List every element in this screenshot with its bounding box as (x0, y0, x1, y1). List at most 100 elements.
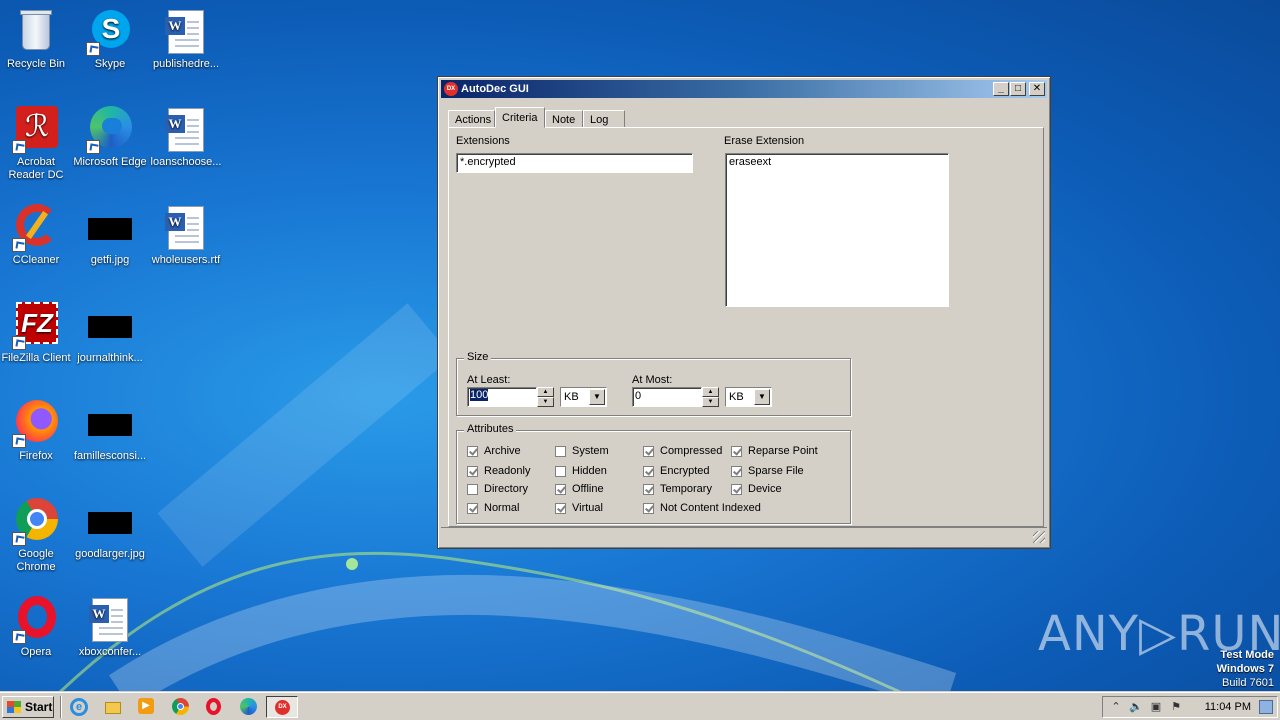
ie-icon[interactable]: e (70, 698, 88, 716)
desktop-icon-goodlarger[interactable]: goodlarger.jpg (72, 498, 148, 561)
attribute-checkbox-encrypted[interactable]: Encrypted (643, 465, 710, 479)
desktop-icon-label: journalthink... (77, 352, 143, 364)
attribute-label: Normal (484, 502, 520, 515)
show-desktop-icon[interactable] (1259, 700, 1273, 714)
attribute-checkbox-reparse-point[interactable]: Reparse Point (731, 445, 818, 459)
volume-icon[interactable]: 🔈 (1129, 700, 1143, 714)
test-mode-line2: Windows 7 (1216, 663, 1274, 675)
checkbox-checked-icon[interactable] (731, 445, 742, 457)
desktop-icon-publishedre[interactable]: W publishedre... (148, 8, 224, 71)
start-button[interactable]: Start (2, 696, 54, 718)
attribute-checkbox-not-content-indexed[interactable]: Not Content Indexed (643, 502, 761, 516)
skype-icon: S (86, 8, 134, 56)
checkbox-checked-icon[interactable] (643, 502, 654, 514)
media-player-icon[interactable]: ▶ (138, 698, 156, 716)
chevron-down-icon[interactable]: ▼ (589, 389, 605, 405)
attribute-checkbox-directory[interactable]: Directory (467, 483, 528, 497)
maximize-button[interactable]: □ (1010, 82, 1026, 96)
extensions-input[interactable]: *.encrypted (456, 153, 693, 173)
desktop-icon-recycle-bin[interactable]: Recycle Bin (0, 8, 74, 71)
attribute-label: Virtual (572, 502, 603, 515)
desktop-icon-famillesconsi[interactable]: famillesconsi... (72, 400, 148, 463)
attribute-checkbox-system[interactable]: System (555, 445, 609, 459)
chevron-down-icon[interactable]: ▼ (754, 389, 770, 405)
at-most-unit-select[interactable]: KB ▼ (725, 387, 772, 407)
attribute-checkbox-readonly[interactable]: Readonly (467, 465, 530, 479)
desktop-icon-chrome[interactable]: Google Chrome (0, 498, 74, 574)
attributes-group: Attributes Archive System Compressed Repars… (456, 423, 851, 524)
edge-icon[interactable] (240, 698, 258, 716)
opera-icon[interactable] (206, 698, 224, 716)
taskbar-autodec-button[interactable]: DX (266, 696, 298, 718)
tab-criteria[interactable]: Criteria (495, 107, 545, 128)
attribute-checkbox-temporary[interactable]: Temporary (643, 483, 712, 497)
desktop-icon-filezilla[interactable]: FZ FileZilla Client (0, 302, 74, 365)
desktop-icon-journalthink[interactable]: journalthink... (72, 302, 148, 365)
attribute-checkbox-archive[interactable]: Archive (467, 445, 521, 459)
checkbox-checked-icon[interactable] (467, 465, 478, 477)
spin-down-icon[interactable]: ▼ (537, 397, 554, 407)
at-least-unit-select[interactable]: KB ▼ (560, 387, 607, 407)
checkbox-checked-icon[interactable] (555, 483, 566, 495)
desktop-icon-xboxconfer[interactable]: W xboxconfer... (72, 596, 148, 659)
window-titlebar[interactable]: DX AutoDec GUI _ □ ✕ (441, 80, 1047, 98)
autodec-app-icon[interactable]: DX (444, 82, 458, 96)
attribute-checkbox-offline[interactable]: Offline (555, 483, 604, 497)
checkbox-checked-icon[interactable] (643, 483, 654, 495)
at-most-spinner[interactable]: ▲ ▼ (702, 387, 719, 407)
erase-extension-textarea[interactable]: eraseext (725, 153, 949, 307)
attribute-checkbox-virtual[interactable]: Virtual (555, 502, 603, 516)
attribute-checkbox-normal[interactable]: Normal (467, 502, 519, 516)
close-button[interactable]: ✕ (1029, 82, 1045, 96)
tab-note[interactable]: Note (545, 110, 583, 128)
chrome-icon[interactable] (172, 698, 190, 716)
desktop-icon-wholeusers[interactable]: W wholeusers.rtf (148, 204, 224, 267)
taskbar: Start e ▶ DX ⌃ 🔈 ▣ ⚑ 11:04 PM (0, 692, 1280, 720)
spin-up-icon[interactable]: ▲ (537, 387, 554, 397)
explorer-icon[interactable] (104, 698, 122, 716)
desktop-icon-skype[interactable]: S Skype (72, 8, 148, 71)
checkbox-checked-icon[interactable] (467, 502, 478, 514)
spin-down-icon[interactable]: ▼ (702, 397, 719, 407)
desktop-icon-getfi[interactable]: getfi.jpg (72, 204, 148, 267)
clock[interactable]: 11:04 PM (1205, 701, 1251, 713)
tab-actions[interactable]: Actions (448, 110, 495, 128)
minimize-button[interactable]: _ (993, 82, 1009, 96)
desktop-icon-label: goodlarger.jpg (75, 548, 145, 560)
checkbox-checked-icon[interactable] (731, 465, 742, 477)
attribute-checkbox-sparse-file[interactable]: Sparse File (731, 465, 804, 479)
desktop-icon-loanschoose[interactable]: W loanschoose... (148, 106, 224, 169)
attribute-checkbox-compressed[interactable]: Compressed (643, 445, 722, 459)
attribute-checkbox-device[interactable]: Device (731, 483, 782, 497)
desktop-icon-edge[interactable]: Microsoft Edge (72, 106, 148, 169)
desktop-icon-acrobat[interactable]: ℛ Acrobat Reader DC (0, 106, 74, 182)
attribute-checkbox-hidden[interactable]: Hidden (555, 465, 607, 479)
tab-log[interactable]: Log (583, 110, 625, 128)
action-center-flag-icon[interactable]: ⚑ (1169, 700, 1183, 714)
shortcut-arrow-icon (12, 434, 26, 448)
checkbox-checked-icon[interactable] (643, 445, 654, 457)
checkbox-unchecked-icon[interactable] (555, 465, 566, 477)
at-most-input[interactable]: 0 (632, 387, 702, 407)
image-file-icon (86, 498, 134, 546)
checkbox-unchecked-icon[interactable] (555, 445, 566, 457)
spin-up-icon[interactable]: ▲ (702, 387, 719, 397)
checkbox-checked-icon[interactable] (555, 502, 566, 514)
network-icon[interactable]: ▣ (1149, 700, 1163, 714)
checkbox-checked-icon[interactable] (643, 465, 654, 477)
at-least-input[interactable]: 100 (467, 387, 537, 407)
recycle-bin-icon (12, 8, 60, 56)
show-hidden-icons-icon[interactable]: ⌃ (1109, 700, 1123, 714)
checkbox-unchecked-icon[interactable] (467, 483, 478, 495)
desktop-icon-opera[interactable]: Opera (0, 596, 74, 659)
status-bar (441, 527, 1047, 545)
word-document-icon: W (162, 8, 210, 56)
at-least-spinner[interactable]: ▲ ▼ (537, 387, 554, 407)
checkbox-checked-icon[interactable] (731, 483, 742, 495)
resize-grip-icon[interactable] (1033, 531, 1045, 543)
desktop-icon-firefox[interactable]: Firefox (0, 400, 74, 463)
desktop-icon-ccleaner[interactable]: CCleaner (0, 204, 74, 267)
at-least-label: At Least: (467, 374, 511, 386)
shortcut-arrow-icon (86, 42, 100, 56)
checkbox-checked-icon[interactable] (467, 445, 478, 457)
